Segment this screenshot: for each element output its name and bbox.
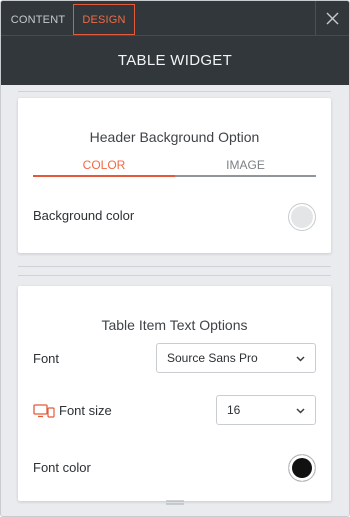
tab-color[interactable]: COLOR	[33, 155, 175, 174]
header-background-card: Header Background Option COLOR IMAGE Bac…	[18, 98, 331, 253]
font-color-picker[interactable]	[288, 454, 316, 482]
tab-image[interactable]: IMAGE	[175, 155, 316, 174]
tab-design[interactable]: DESIGN	[73, 4, 135, 35]
font-select-value: Source Sans Pro	[167, 351, 258, 365]
monitor-icon[interactable]	[33, 404, 55, 418]
font-size-select[interactable]: 16	[216, 395, 316, 425]
widget-settings-panel: CONTENT DESIGN TABLE WIDGET Header Backg…	[0, 0, 350, 517]
close-icon	[326, 12, 339, 24]
panel-title: TABLE WIDGET	[117, 52, 233, 69]
font-label: Font	[33, 351, 60, 366]
font-color-label: Font color	[33, 460, 91, 475]
resize-handle-icon[interactable]	[165, 499, 185, 507]
tab-underline	[175, 175, 316, 177]
active-tab-indicator	[33, 175, 175, 177]
item-text-heading: Table Item Text Options	[101, 317, 248, 333]
font-size-label: Font size	[59, 403, 112, 418]
tab-content[interactable]: CONTENT	[3, 4, 73, 35]
panel-header: CONTENT DESIGN TABLE WIDGET	[1, 1, 349, 85]
section-divider	[18, 266, 331, 267]
background-color-label: Background color	[33, 208, 135, 223]
section-divider	[18, 275, 331, 276]
item-text-options-card: Table Item Text Options Font Source Sans…	[18, 286, 331, 501]
font-size-select-value: 16	[227, 403, 241, 417]
panel-tabs: CONTENT DESIGN	[1, 1, 349, 35]
chevron-down-icon	[295, 406, 305, 416]
settings-scroll-area[interactable]: Header Background Option COLOR IMAGE Bac…	[1, 85, 349, 516]
header-background-heading: Header Background Option	[89, 129, 260, 145]
font-select[interactable]: Source Sans Pro	[156, 343, 316, 373]
close-button[interactable]	[315, 1, 349, 35]
section-divider	[18, 91, 331, 92]
background-type-tabs: COLOR IMAGE	[33, 155, 316, 177]
chevron-down-icon	[295, 354, 305, 364]
background-color-picker[interactable]	[288, 203, 316, 231]
